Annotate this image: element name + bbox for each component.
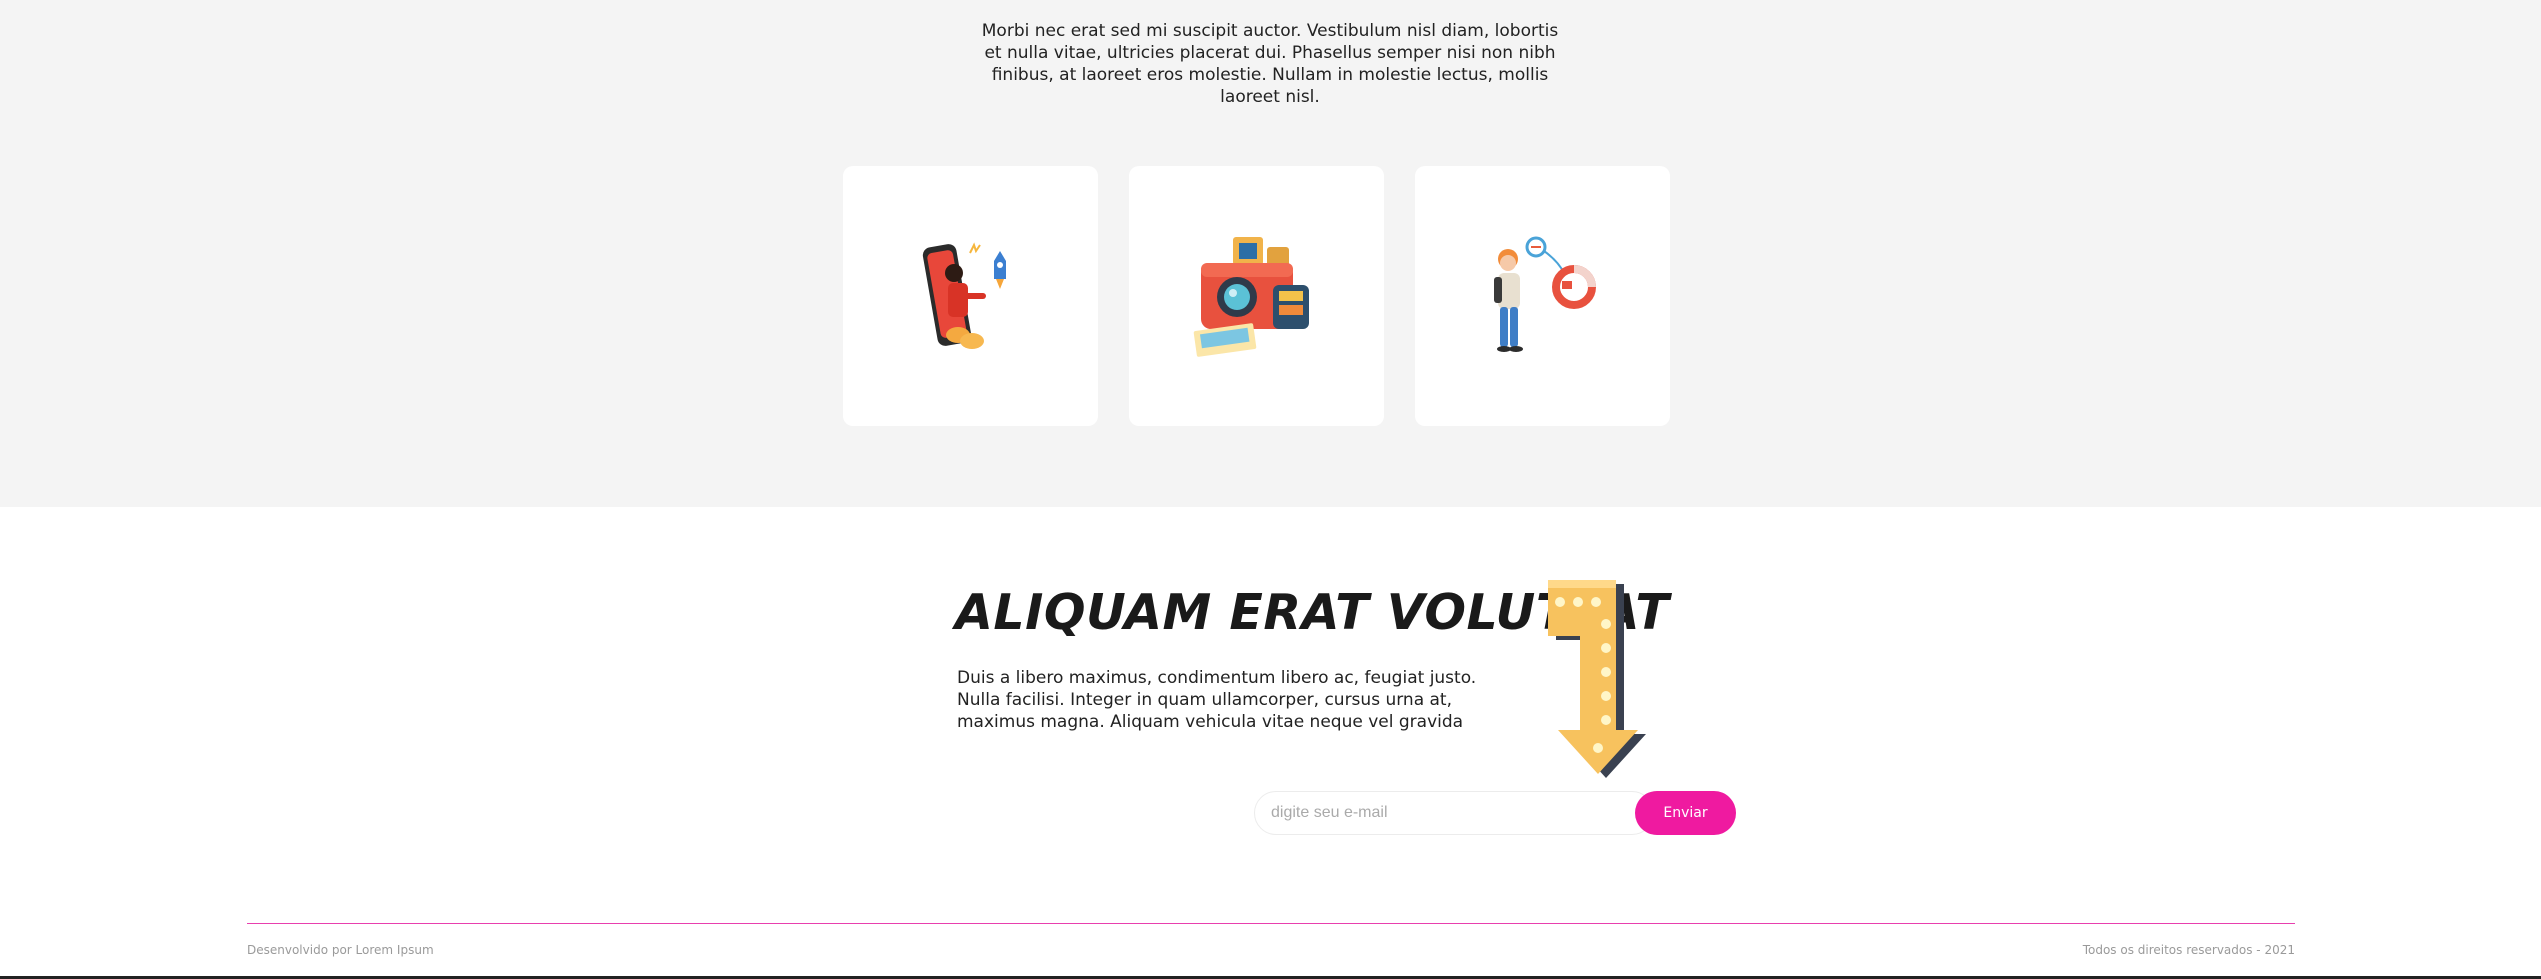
- marquee-arrow-icon: [1548, 580, 1646, 778]
- phone-rocket-illustration-icon: [922, 242, 1006, 349]
- cta-body: Duis a libero maximus, condimentum liber…: [957, 668, 1477, 732]
- person-chart-illustration-icon: [1493, 236, 1596, 352]
- feature-card-1: [843, 166, 1098, 426]
- features-section: Morbi nec erat sed mi suscipit auctor. V…: [0, 0, 2541, 507]
- email-input[interactable]: [1254, 791, 1654, 835]
- footer-copyright: Todos os direitos reservados - 2021: [2082, 943, 2295, 957]
- instant-camera-illustration-icon: [1193, 237, 1309, 357]
- feature-card-2: [1129, 166, 1384, 426]
- newsletter-form: Enviar: [1254, 791, 1736, 835]
- footer-divider: [247, 923, 2295, 924]
- footer-credit: Desenvolvido por Lorem Ipsum: [247, 943, 434, 957]
- send-button[interactable]: Enviar: [1635, 791, 1736, 835]
- feature-card-3: [1415, 166, 1670, 426]
- intro-paragraph: Morbi nec erat sed mi suscipit auctor. V…: [981, 21, 1559, 107]
